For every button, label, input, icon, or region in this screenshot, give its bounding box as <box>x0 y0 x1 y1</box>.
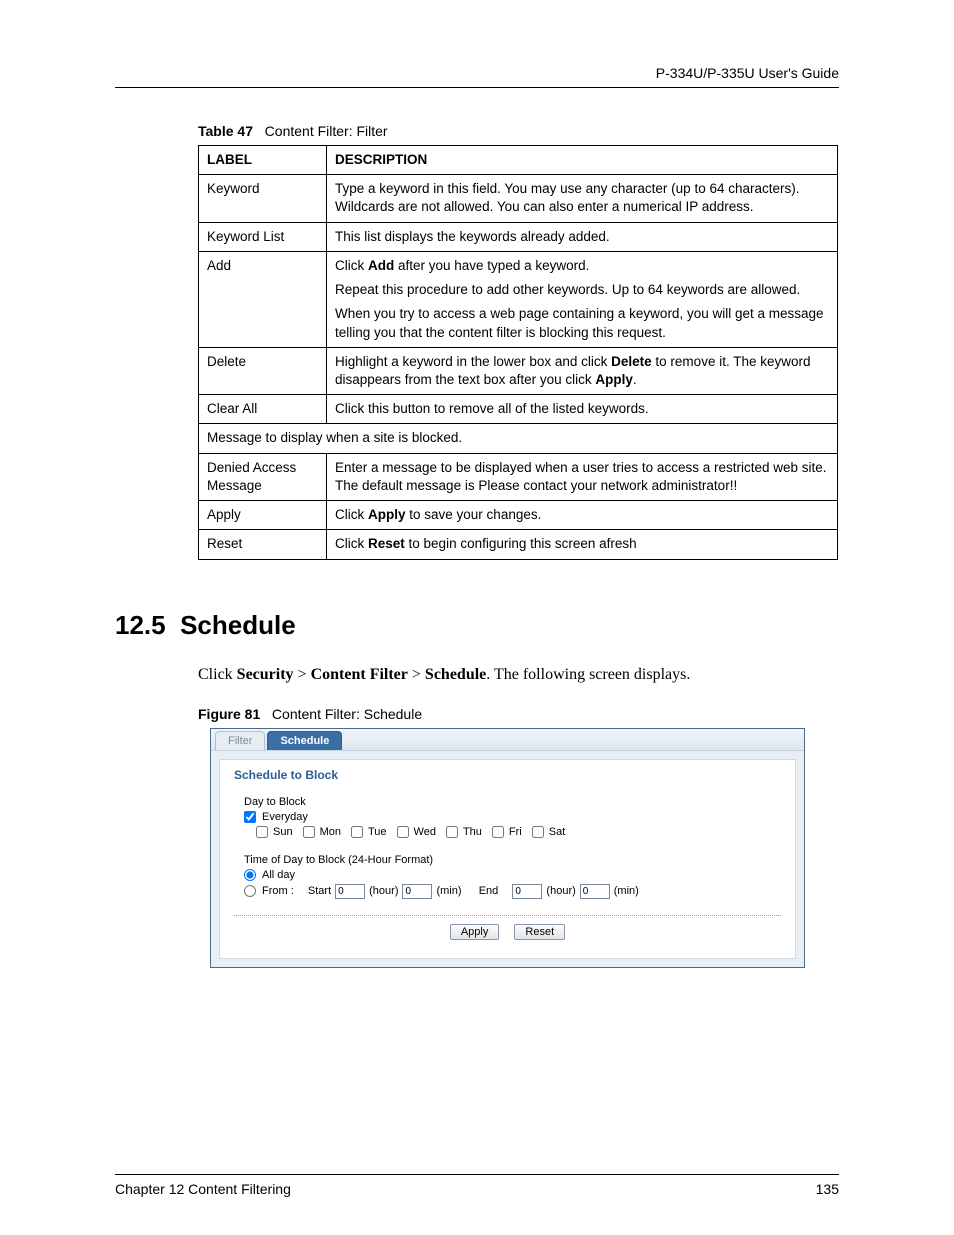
cell-label: Keyword List <box>199 222 327 251</box>
allday-radio[interactable] <box>244 869 256 881</box>
cell-desc: Type a keyword in this field. You may us… <box>327 175 838 222</box>
page-footer: Chapter 12 Content Filtering 135 <box>115 1174 839 1197</box>
panel-title: Schedule to Block <box>234 768 781 782</box>
cell-desc: Click Apply to save your changes. <box>327 501 838 530</box>
reset-button[interactable]: Reset <box>514 924 565 940</box>
everyday-label: Everyday <box>262 811 308 823</box>
cell-label: Delete <box>199 347 327 394</box>
table-row: Add Click Add after you have typed a key… <box>199 251 838 347</box>
guide-title: P-334U/P-335U User's Guide <box>656 65 839 81</box>
table-number: Table 47 <box>198 123 253 139</box>
schedule-panel: Schedule to Block Day to Block Everyday … <box>219 759 796 959</box>
day-to-block-label: Day to Block <box>244 796 781 808</box>
cell-desc: Click Reset to begin configuring this sc… <box>327 530 838 559</box>
min-label: (min) <box>436 885 461 897</box>
mon-checkbox[interactable] <box>303 826 315 838</box>
start-hour-input[interactable] <box>335 884 365 899</box>
section-number: 12.5 <box>115 610 166 640</box>
cell-label: Reset <box>199 530 327 559</box>
cell-label: Keyword <box>199 175 327 222</box>
figure-caption: Figure 81 Content Filter: Schedule <box>198 706 839 722</box>
tabs-bar: Filter Schedule <box>211 729 804 751</box>
table-row: Denied Access Message Enter a message to… <box>199 453 838 500</box>
table-row: Keyword Type a keyword in this field. Yo… <box>199 175 838 222</box>
cell-label: Apply <box>199 501 327 530</box>
section-intro: Click Security > Content Filter > Schedu… <box>198 666 839 684</box>
section-title-text: Schedule <box>180 610 296 640</box>
page-header: P-334U/P-335U User's Guide <box>115 65 839 88</box>
sat-checkbox[interactable] <box>532 826 544 838</box>
min-label2: (min) <box>614 885 639 897</box>
cell-desc: Click Add after you have typed a keyword… <box>327 251 838 347</box>
section-heading: 12.5 Schedule <box>115 610 839 641</box>
start-min-input[interactable] <box>402 884 432 899</box>
th-description: DESCRIPTION <box>327 146 838 175</box>
everyday-checkbox[interactable] <box>244 811 256 823</box>
sun-checkbox[interactable] <box>256 826 268 838</box>
allday-label: All day <box>262 869 295 881</box>
hour-label2: (hour) <box>546 885 575 897</box>
tod-label: Time of Day to Block (24-Hour Format) <box>244 854 781 866</box>
cell-desc: Enter a message to be displayed when a u… <box>327 453 838 500</box>
from-label: From : <box>262 885 294 897</box>
end-label: End <box>479 885 499 897</box>
table-row: Clear All Click this button to remove al… <box>199 395 838 424</box>
schedule-screenshot: Filter Schedule Schedule to Block Day to… <box>210 728 805 968</box>
tab-schedule[interactable]: Schedule <box>267 731 342 750</box>
end-hour-input[interactable] <box>512 884 542 899</box>
start-label: Start <box>308 885 331 897</box>
table-row: Apply Click Apply to save your changes. <box>199 501 838 530</box>
cell-desc: Click this button to remove all of the l… <box>327 395 838 424</box>
end-min-input[interactable] <box>580 884 610 899</box>
allday-row: All day <box>244 869 781 881</box>
cell-desc: This list displays the keywords already … <box>327 222 838 251</box>
thu-checkbox[interactable] <box>446 826 458 838</box>
table-row: Reset Click Reset to begin configuring t… <box>199 530 838 559</box>
wed-checkbox[interactable] <box>397 826 409 838</box>
hour-label: (hour) <box>369 885 398 897</box>
days-row: Sun Mon Tue Wed Thu Fri Sat <box>256 826 781 838</box>
from-row: From : Start (hour) (min) End (hour) (mi… <box>244 884 781 899</box>
th-label: LABEL <box>199 146 327 175</box>
cell-label: Denied Access Message <box>199 453 327 500</box>
filter-table: LABEL DESCRIPTION Keyword Type a keyword… <box>198 145 838 560</box>
from-radio[interactable] <box>244 885 256 897</box>
tue-checkbox[interactable] <box>351 826 363 838</box>
button-row: Apply Reset <box>234 915 781 940</box>
tab-filter[interactable]: Filter <box>215 731 265 750</box>
table-row: Keyword List This list displays the keyw… <box>199 222 838 251</box>
cell-span: Message to display when a site is blocke… <box>199 424 838 453</box>
cell-label: Add <box>199 251 327 347</box>
cell-desc: Highlight a keyword in the lower box and… <box>327 347 838 394</box>
table-caption: Table 47 Content Filter: Filter <box>198 123 839 139</box>
footer-chapter: Chapter 12 Content Filtering <box>115 1181 291 1197</box>
footer-page: 135 <box>816 1181 839 1197</box>
figure-title: Content Filter: Schedule <box>272 706 422 722</box>
apply-button[interactable]: Apply <box>450 924 500 940</box>
figure-number: Figure 81 <box>198 706 260 722</box>
fri-checkbox[interactable] <box>492 826 504 838</box>
cell-label: Clear All <box>199 395 327 424</box>
table-row: Delete Highlight a keyword in the lower … <box>199 347 838 394</box>
table-title: Content Filter: Filter <box>265 123 388 139</box>
everyday-row: Everyday <box>244 811 781 823</box>
table-row: Message to display when a site is blocke… <box>199 424 838 453</box>
